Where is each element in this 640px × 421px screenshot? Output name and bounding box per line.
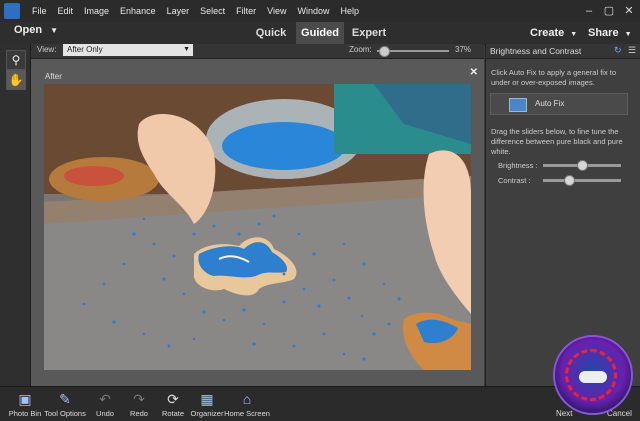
photo-image (44, 84, 471, 370)
undo-icon: ↶ (99, 391, 111, 407)
hand-tool[interactable]: ✋ (6, 70, 26, 90)
menu-file[interactable]: File (32, 6, 47, 16)
intro-text: Click Auto Fix to apply a general fix to… (491, 68, 617, 87)
watermark-logo (553, 335, 633, 415)
panel-menu-icon[interactable]: ☰ (628, 45, 636, 56)
zoom-slider[interactable] (377, 46, 449, 57)
contrast-slider-thumb[interactable] (563, 175, 575, 186)
mode-bar: Open ▼ Quick Guided Expert Create ▼ Share ▼ (0, 22, 640, 45)
brightness-slider[interactable] (543, 160, 621, 171)
menu-window[interactable]: Window (297, 6, 329, 16)
panel-header: Brightness and Contrast ↻ ☰ (486, 44, 640, 59)
hand-icon: ✋ (8, 73, 24, 87)
menu-layer[interactable]: Layer (167, 6, 190, 16)
chevron-down-icon: ▼ (183, 46, 190, 53)
tab-expert[interactable]: Expert (346, 22, 392, 44)
tool-column: ⚲ ✋ (0, 44, 31, 386)
menu-view[interactable]: View (267, 6, 286, 16)
brightness-label: Brightness : (498, 161, 538, 170)
home-screen-button[interactable]: ⌂ Home Screen (222, 387, 272, 421)
open-label: Open (14, 24, 43, 36)
reset-icon[interactable]: ↻ (614, 45, 622, 56)
menu-list: File Edit Image Enhance Layer Select Fil… (32, 0, 370, 22)
create-button[interactable]: Create ▼ (530, 22, 577, 44)
home-screen-label: Home Screen (224, 409, 270, 418)
drag-instructions: Drag the sliders below, to fine tune the… (491, 127, 623, 156)
minimize-button[interactable]: – (582, 4, 596, 18)
bottom-bar: ▣ Photo Bin ✎ Tool Options ↶ Undo ↷ Redo… (0, 386, 640, 421)
zoom-value: 37% (455, 45, 472, 54)
chevron-down-icon: ▼ (50, 26, 59, 35)
magnifier-icon: ⚲ (11, 53, 21, 67)
panel-title: Brightness and Contrast (490, 46, 582, 56)
organizer-icon: ▦ (200, 391, 214, 407)
after-label: After (45, 72, 62, 81)
share-button[interactable]: Share ▼ (588, 22, 632, 44)
zoom-label: Zoom: (349, 45, 372, 54)
next-button[interactable]: Next (556, 409, 572, 418)
chevron-down-icon: ▼ (624, 31, 632, 38)
options-bar: View: After Only ▼ Zoom: 37% (31, 44, 484, 59)
open-button[interactable]: Open ▼ (14, 24, 58, 36)
menu-bar: File Edit Image Enhance Layer Select Fil… (0, 0, 640, 22)
menu-filter[interactable]: Filter (236, 6, 256, 16)
gamepad-icon (579, 371, 607, 383)
auto-fix-button[interactable]: Auto Fix (490, 93, 628, 115)
tab-quick[interactable]: Quick (248, 22, 294, 44)
chevron-down-icon: ▼ (570, 31, 578, 38)
zoom-slider-thumb[interactable] (379, 46, 391, 57)
share-label: Share (588, 27, 619, 39)
close-window-button[interactable]: ✕ (622, 4, 636, 18)
tool-options-icon: ✎ (59, 391, 71, 407)
menu-select[interactable]: Select (200, 6, 225, 16)
maximize-button[interactable]: ▢ (602, 4, 616, 18)
view-value: After Only (67, 45, 103, 54)
photo[interactable] (44, 84, 471, 370)
brightness-slider-thumb[interactable] (577, 160, 588, 171)
tab-guided[interactable]: Guided (296, 22, 344, 44)
app-logo (4, 3, 20, 19)
guided-panel: Brightness and Contrast ↻ ☰ Click Auto F… (485, 44, 640, 386)
contrast-slider[interactable] (543, 175, 621, 186)
photo-bin-icon: ▣ (18, 391, 32, 407)
menu-help[interactable]: Help (340, 6, 359, 16)
home-icon: ⌂ (242, 391, 252, 407)
image-canvas: After ✕ (31, 59, 484, 386)
redo-icon: ↷ (133, 391, 145, 407)
view-label: View: (37, 45, 57, 54)
menu-edit[interactable]: Edit (58, 6, 74, 16)
zoom-tool[interactable]: ⚲ (6, 50, 26, 70)
contrast-label: Contrast : (498, 176, 531, 185)
auto-fix-label: Auto Fix (535, 99, 565, 108)
rotate-icon: ⟳ (167, 391, 179, 407)
landscape-icon (509, 98, 527, 112)
menu-image[interactable]: Image (84, 6, 109, 16)
view-select[interactable]: After Only ▼ (63, 44, 193, 56)
menu-enhance[interactable]: Enhance (120, 6, 156, 16)
close-icon[interactable]: ✕ (470, 67, 478, 78)
create-label: Create (530, 27, 565, 39)
